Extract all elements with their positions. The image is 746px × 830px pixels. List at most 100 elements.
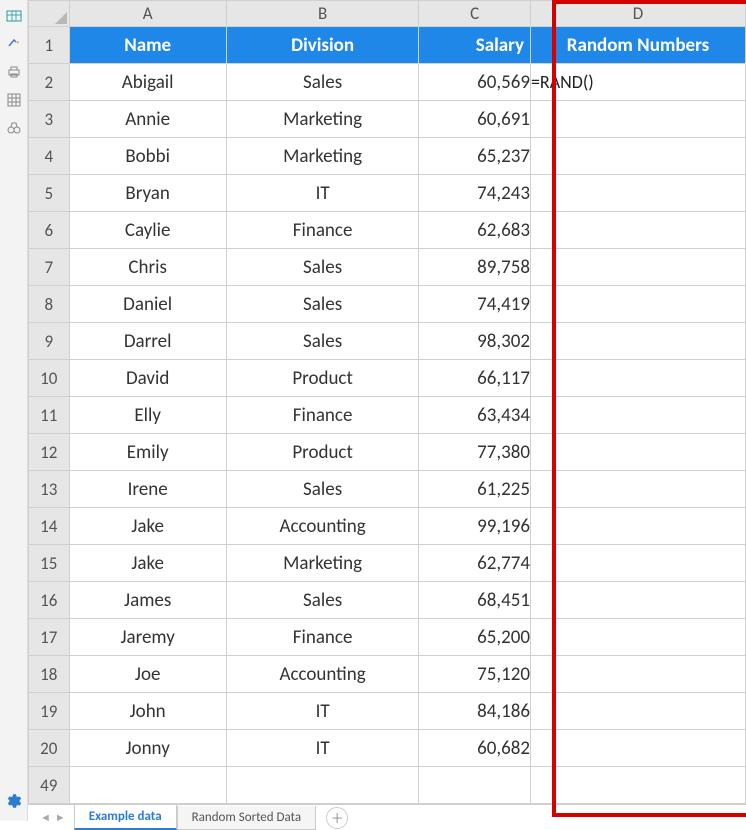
add-sheet-button[interactable]: ＋ [326,807,348,829]
macro-icon[interactable] [6,36,22,52]
cell-random[interactable] [530,508,745,545]
cell-random[interactable] [530,360,745,397]
row-header[interactable]: 19 [29,693,70,730]
cell-name[interactable]: John [69,693,226,730]
table-icon[interactable] [6,8,22,24]
cell-name[interactable]: Darrel [69,323,226,360]
cell-salary[interactable]: 61,225 [419,471,531,508]
cell-name[interactable]: Annie [69,101,226,138]
cell[interactable] [226,767,419,804]
row-header[interactable]: 3 [29,101,70,138]
row-header[interactable]: 10 [29,360,70,397]
cell-division[interactable]: Sales [226,286,419,323]
cell-random[interactable] [530,397,745,434]
cell-name[interactable]: Bobbi [69,138,226,175]
cell-random[interactable] [530,656,745,693]
cell-salary[interactable]: 63,434 [419,397,531,434]
col-header-b[interactable]: B [226,1,419,27]
cell[interactable] [530,767,745,804]
gear-icon[interactable] [4,792,22,815]
sheet-tab[interactable]: Random Sorted Data [177,806,316,830]
cell-division[interactable]: Marketing [226,138,419,175]
cell-salary[interactable]: 99,196 [419,508,531,545]
row-header[interactable]: 8 [29,286,70,323]
cell-salary[interactable]: 60,691 [419,101,531,138]
cell-salary[interactable]: 75,120 [419,656,531,693]
cell-salary[interactable]: 98,302 [419,323,531,360]
cell-division[interactable]: Sales [226,249,419,286]
cell-division[interactable]: Sales [226,323,419,360]
row-header[interactable]: 15 [29,545,70,582]
col-header-d[interactable]: D [530,1,745,27]
cell-name[interactable]: Bryan [69,175,226,212]
cell-name[interactable]: Irene [69,471,226,508]
header-random[interactable]: Random Numbers [530,27,745,64]
cell-salary[interactable]: 84,186 [419,693,531,730]
cell-name[interactable]: Jaremy [69,619,226,656]
select-all-corner[interactable] [29,1,70,27]
header-division[interactable]: Division [226,27,419,64]
cell-random[interactable] [530,101,745,138]
cell-division[interactable]: Marketing [226,101,419,138]
cell-salary[interactable]: 89,758 [419,249,531,286]
cell-random[interactable] [530,693,745,730]
cell-division[interactable]: IT [226,175,419,212]
cell[interactable] [419,767,531,804]
cell-salary[interactable]: 74,243 [419,175,531,212]
cell-division[interactable]: Accounting [226,656,419,693]
grid-icon[interactable] [6,92,22,108]
row-header[interactable]: 5 [29,175,70,212]
row-header[interactable]: 20 [29,730,70,767]
row-header[interactable]: 1 [29,27,70,64]
cell-name[interactable]: Emily [69,434,226,471]
cell-random[interactable] [530,545,745,582]
cell-random[interactable] [530,323,745,360]
cell-division[interactable]: Marketing [226,545,419,582]
cell-division[interactable]: IT [226,730,419,767]
row-header[interactable]: 14 [29,508,70,545]
cell-name[interactable]: Daniel [69,286,226,323]
cell-name[interactable]: David [69,360,226,397]
cell-random[interactable] [530,730,745,767]
row-header[interactable]: 18 [29,656,70,693]
cell-division[interactable]: Accounting [226,508,419,545]
row-header[interactable]: 7 [29,249,70,286]
cell-salary[interactable]: 65,200 [419,619,531,656]
cell-division[interactable]: IT [226,693,419,730]
cell-salary[interactable]: 66,117 [419,360,531,397]
cell-division[interactable]: Sales [226,582,419,619]
cell-division[interactable]: Finance [226,397,419,434]
cell-random[interactable] [530,471,745,508]
tab-nav-next-icon[interactable]: ► [55,811,66,824]
row-header[interactable]: 6 [29,212,70,249]
col-header-c[interactable]: C [419,1,531,27]
sheet-tab-active[interactable]: Example data [74,805,177,830]
cell-random[interactable] [530,286,745,323]
print-icon[interactable] [6,64,22,80]
row-header[interactable]: 49 [29,767,70,804]
row-header[interactable]: 17 [29,619,70,656]
cell-random[interactable] [530,212,745,249]
row-header[interactable]: 9 [29,323,70,360]
row-header[interactable]: 13 [29,471,70,508]
cell-name[interactable]: Jake [69,508,226,545]
cell-random[interactable] [530,138,745,175]
cell-salary[interactable]: 68,451 [419,582,531,619]
row-header[interactable]: 2 [29,64,70,101]
cell-division[interactable]: Finance [226,619,419,656]
binoculars-icon[interactable] [6,120,22,136]
cell-random[interactable] [530,175,745,212]
cell-name[interactable]: Jonny [69,730,226,767]
cell-salary[interactable]: 62,774 [419,545,531,582]
cell-division[interactable]: Product [226,434,419,471]
row-header[interactable]: 12 [29,434,70,471]
cell-name[interactable]: Elly [69,397,226,434]
cell-name[interactable]: Chris [69,249,226,286]
cell-name[interactable]: Abigail [69,64,226,101]
cell-salary[interactable]: 74,419 [419,286,531,323]
cell-division[interactable]: Sales [226,64,419,101]
cell-division[interactable]: Product [226,360,419,397]
header-name[interactable]: Name [69,27,226,64]
row-header[interactable]: 11 [29,397,70,434]
cell-salary[interactable]: 60,682 [419,730,531,767]
